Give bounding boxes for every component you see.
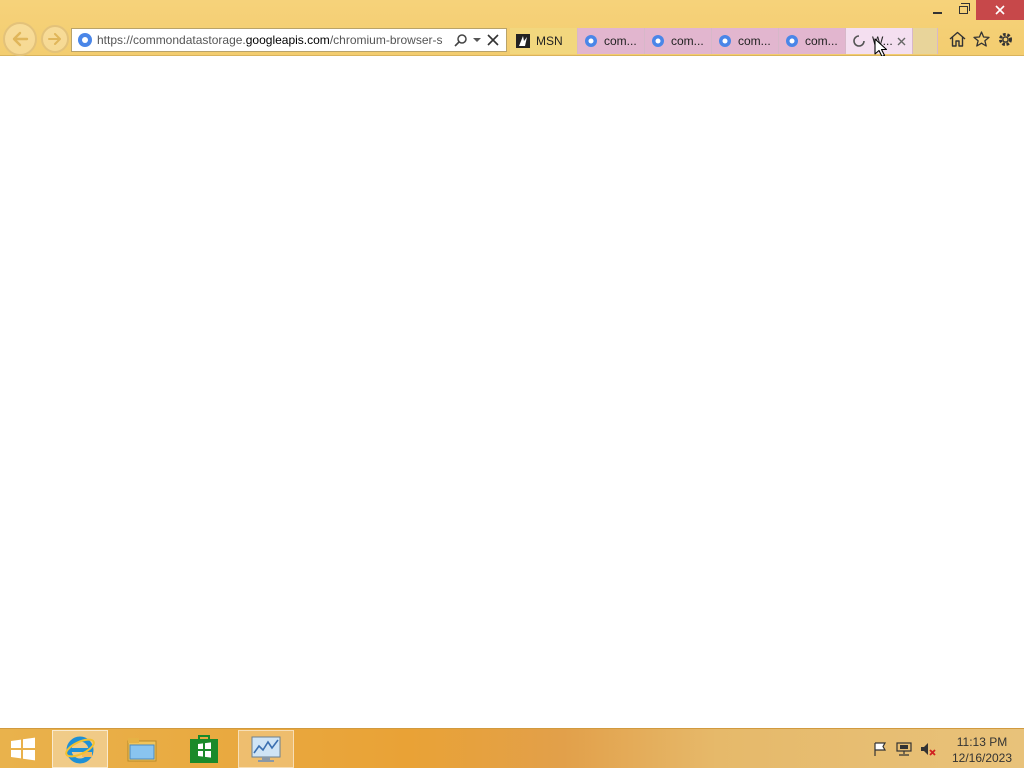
url-prefix: https://commondatastorage. [97,33,246,47]
minimize-icon [932,12,942,14]
new-tab-button[interactable] [913,28,938,54]
folder-icon [127,738,157,762]
taskbar-store[interactable] [176,730,232,768]
restore-icon [958,3,970,14]
windows-logo-icon [11,737,35,761]
url-suffix: /chromium-browser-s [329,33,443,47]
network-button[interactable] [896,741,912,757]
tab-label: com... [604,34,637,48]
taskbar: 11:13 PM 12/16/2023 [0,728,1024,768]
tab-page[interactable]: com... [712,28,779,54]
msn-icon [516,34,530,48]
clock-date: 12/16/2023 [951,751,1013,765]
forward-button[interactable] [41,25,69,53]
speaker-muted-icon [921,743,936,756]
performance-monitor-icon [251,736,281,762]
restore-button[interactable] [950,0,976,20]
start-button[interactable] [8,737,38,761]
url-domain: googleapis.com [245,33,330,47]
taskbar-file-explorer[interactable] [114,730,170,768]
tab-label: com... [671,34,704,48]
taskbar-clock[interactable]: 11:13 PM 12/16/2023 [946,734,1018,766]
favorites-button[interactable] [971,28,991,50]
close-icon [897,37,906,45]
toolbar-icons [947,28,1015,50]
window-controls [924,0,1024,20]
forward-arrow-icon [48,33,61,45]
address-bar[interactable]: https://commondatastorage.googleapis.com… [71,28,507,52]
page-icon [652,35,664,47]
tab-msn[interactable]: MSN [510,28,578,54]
star-icon [972,31,990,47]
mouse-cursor-icon [874,38,888,58]
search-icon [454,34,467,47]
close-icon [995,5,1005,15]
home-button[interactable] [947,28,967,50]
taskbar-resource-monitor[interactable] [238,730,294,768]
loading-icon [853,35,865,47]
dropdown-icon [473,38,481,42]
browser-chrome: https://commondatastorage.googleapis.com… [0,0,1024,58]
tab-close-button[interactable] [897,34,906,49]
page-content-area[interactable] [0,56,1024,728]
tab-page[interactable]: com... [578,28,645,54]
tab-label: com... [805,34,838,48]
gear-icon [998,32,1012,46]
internet-explorer-icon [65,736,95,764]
close-window-button[interactable] [976,0,1024,20]
page-icon [585,35,597,47]
tools-button[interactable] [995,28,1015,50]
back-button[interactable] [3,22,37,56]
stop-icon [487,34,499,46]
page-icon [786,35,798,47]
page-icon [719,35,731,47]
system-tray [872,741,936,757]
tab-page[interactable]: com... [779,28,846,54]
tab-label: MSN [536,34,563,48]
search-button[interactable] [453,32,469,48]
back-arrow-icon [12,31,29,47]
taskbar-internet-explorer[interactable] [52,730,108,768]
site-favicon-icon [78,33,92,47]
action-center-button[interactable] [872,741,888,757]
url-text[interactable]: https://commondatastorage.googleapis.com… [97,33,453,47]
stop-button[interactable] [485,32,501,48]
tab-label: com... [738,34,771,48]
home-icon [949,31,965,47]
clock-time: 11:13 PM [956,735,1008,749]
tab-page[interactable]: com... [645,28,712,54]
flag-icon [874,742,887,756]
network-icon [896,742,912,756]
address-dropdown-button[interactable] [469,32,485,48]
store-icon [190,735,218,763]
minimize-button[interactable] [924,0,950,20]
volume-button[interactable] [920,741,936,757]
